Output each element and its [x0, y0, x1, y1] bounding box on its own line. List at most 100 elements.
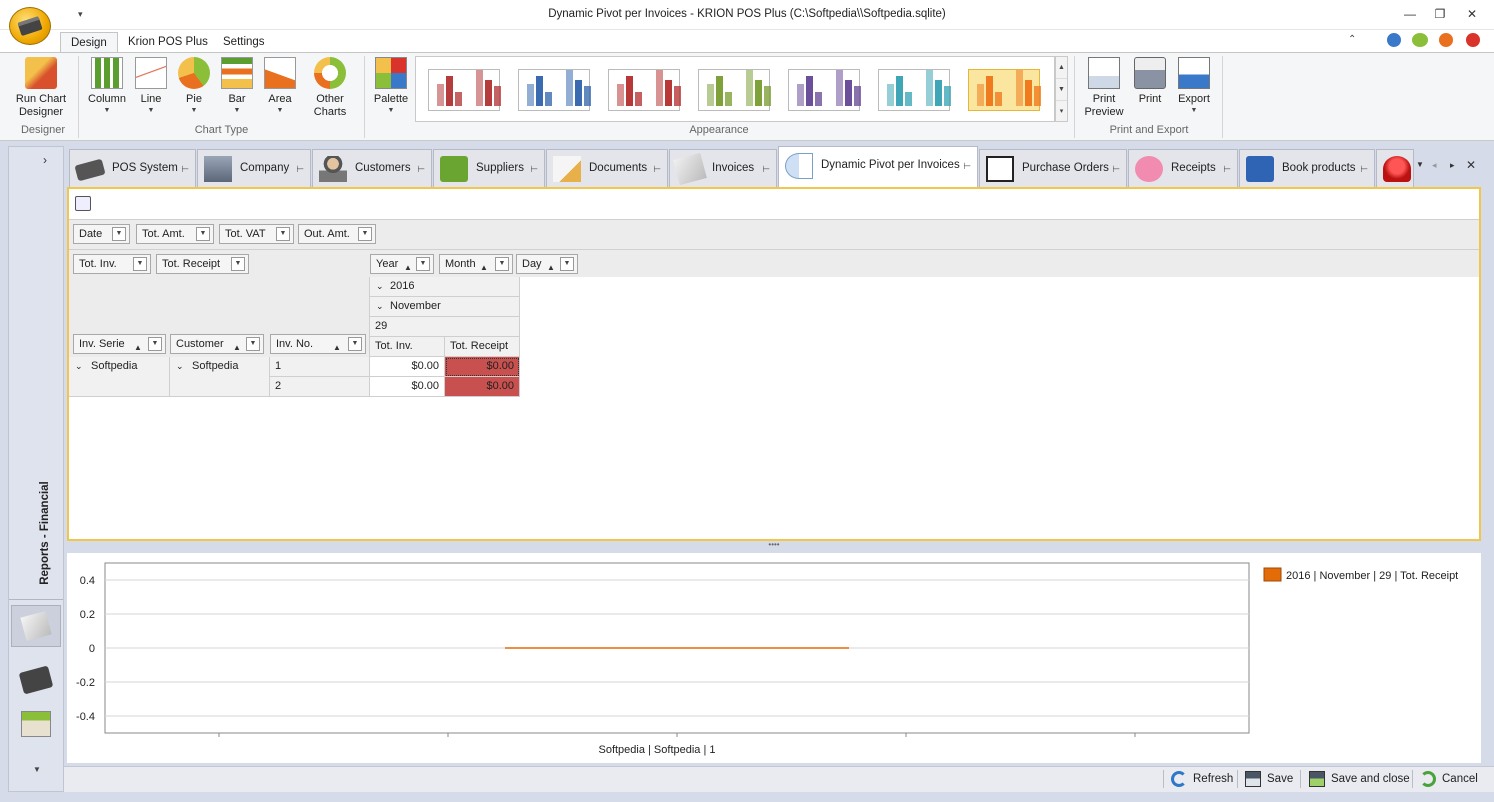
pie-chart-button[interactable]: Pie ▼ — [174, 57, 214, 123]
filter-field-tot-amt[interactable]: Tot. Amt. ▼ — [136, 224, 214, 244]
data-field-tot-receipt[interactable]: Tot. Receipt ▼ — [156, 254, 249, 274]
palette-thumbnail[interactable] — [968, 69, 1041, 111]
bar-chart-button[interactable]: Bar ▼ — [217, 57, 257, 123]
measure-header-tot-receipt[interactable]: Tot. Receipt — [445, 337, 520, 357]
pin-icon[interactable]: ⊢ — [296, 151, 304, 187]
user-icon[interactable] — [1387, 33, 1401, 47]
minimize-icon[interactable]: — — [1400, 7, 1420, 23]
palette-thumbnail[interactable] — [428, 69, 501, 111]
column-header-month[interactable]: ⌄ November — [369, 297, 520, 317]
field-dropdown-icon[interactable]: ▼ — [112, 227, 126, 241]
row-field-customer[interactable]: Customer ▲ ▼ — [170, 334, 264, 354]
area-chart-button[interactable]: Area ▼ — [260, 57, 300, 123]
field-dropdown-icon[interactable]: ▼ — [196, 227, 210, 241]
nav-item-invoices[interactable] — [11, 605, 61, 647]
tab-list-icon[interactable]: ▼ — [1416, 160, 1424, 169]
tab-scroll-right-icon[interactable]: ▸ — [1450, 160, 1455, 171]
collapse-icon[interactable]: ⌄ — [75, 357, 83, 375]
print-button[interactable]: Print — [1130, 57, 1170, 123]
pin-icon[interactable]: ⊢ — [417, 151, 425, 187]
field-dropdown-icon[interactable]: ▼ — [246, 337, 260, 351]
doc-tab-pos-system[interactable]: POS System ⊢ — [69, 149, 196, 187]
field-dropdown-icon[interactable]: ▼ — [133, 257, 147, 271]
field-dropdown-icon[interactable]: ▼ — [560, 257, 574, 271]
field-dropdown-icon[interactable]: ▼ — [348, 337, 362, 351]
doc-tab-company[interactable]: Company ⊢ — [197, 149, 311, 187]
palette-button[interactable]: Palette ▼ — [370, 57, 412, 123]
restore-icon[interactable]: ❐ — [1430, 7, 1450, 23]
row-header-customer[interactable]: ⌄ Softpedia — [170, 357, 270, 397]
palette-thumbnail[interactable] — [518, 69, 591, 111]
doc-tab-dynamic-pivot[interactable]: Dynamic Pivot per Invoices ⊢ — [778, 146, 978, 187]
column-field-day[interactable]: Day ▲ ▼ — [516, 254, 578, 274]
store-icon[interactable] — [21, 711, 51, 737]
app-menu-button[interactable] — [9, 7, 51, 45]
other-charts-button[interactable]: Other Charts — [304, 57, 356, 123]
printer-icon[interactable] — [75, 196, 91, 211]
cell-tot-receipt[interactable]: $0.00 — [445, 357, 520, 377]
line-chart-button[interactable]: Line ▼ — [131, 57, 171, 123]
appearance-gallery[interactable] — [415, 56, 1055, 122]
column-chart-button[interactable]: Column ▼ — [86, 57, 128, 123]
field-dropdown-icon[interactable]: ▼ — [358, 227, 372, 241]
column-field-month[interactable]: Month ▲ ▼ — [439, 254, 513, 274]
collapse-icon[interactable]: ⌄ — [376, 277, 384, 295]
row-field-inv-serie[interactable]: Inv. Serie ▲ ▼ — [73, 334, 166, 354]
doc-tab-invoices[interactable]: Invoices ⊢ — [669, 149, 777, 187]
pin-icon[interactable]: ⊢ — [653, 151, 661, 187]
row-field-inv-no[interactable]: Inv. No. ▲ ▼ — [270, 334, 366, 354]
print-preview-button[interactable]: Print Preview — [1082, 57, 1126, 123]
doc-tab-suppliers[interactable]: Suppliers ⊢ — [433, 149, 545, 187]
doc-tab-receipts[interactable]: Receipts ⊢ — [1128, 149, 1238, 187]
save-button[interactable]: Save — [1245, 770, 1293, 788]
field-dropdown-icon[interactable]: ▼ — [148, 337, 162, 351]
power-icon[interactable] — [1439, 33, 1453, 47]
row-header-serie[interactable]: ⌄ Softpedia — [69, 357, 170, 397]
run-chart-designer-button[interactable]: Run Chart Designer — [12, 57, 70, 123]
save-and-close-button[interactable]: Save and close — [1309, 770, 1410, 788]
field-dropdown-icon[interactable]: ▼ — [416, 257, 430, 271]
ribbon-tab-krion[interactable]: Krion POS Plus — [118, 32, 218, 53]
nav-more-icon[interactable]: ▼ — [33, 765, 41, 774]
ribbon-tab-design[interactable]: Design — [60, 32, 118, 53]
collapse-icon[interactable]: ⌄ — [376, 297, 384, 315]
filter-field-date[interactable]: Date ▼ — [73, 224, 130, 244]
refresh-button[interactable]: Refresh — [1171, 770, 1233, 788]
doc-tab-documents[interactable]: Documents ⊢ — [546, 149, 668, 187]
gallery-more-icon[interactable]: ▾ — [1056, 101, 1067, 123]
pin-icon[interactable]: ⊢ — [1223, 151, 1231, 187]
gallery-scroll[interactable]: ▲ ▼ ▾ — [1055, 56, 1068, 122]
pos-system-icon[interactable] — [18, 665, 54, 695]
users-icon[interactable] — [1412, 33, 1428, 47]
cancel-button[interactable]: Cancel — [1420, 770, 1478, 788]
column-field-year[interactable]: Year ▲ ▼ — [370, 254, 434, 274]
expand-pane-icon[interactable]: › — [43, 153, 47, 167]
row-header-inv-no[interactable]: 1 — [270, 357, 370, 377]
doc-tab-book-products[interactable]: Book products ⊢ — [1239, 149, 1375, 187]
filter-field-out-amt[interactable]: Out. Amt. ▼ — [298, 224, 376, 244]
cell-tot-receipt[interactable]: $0.00 — [445, 377, 520, 397]
field-dropdown-icon[interactable]: ▼ — [276, 227, 290, 241]
palette-thumbnail[interactable] — [608, 69, 681, 111]
field-dropdown-icon[interactable]: ▼ — [231, 257, 245, 271]
measure-header-tot-inv[interactable]: Tot. Inv. — [369, 337, 445, 357]
pin-icon[interactable]: ⊢ — [1112, 151, 1120, 187]
pin-icon[interactable]: ⊢ — [181, 151, 189, 187]
nav-group-label[interactable]: Reports - Financial — [39, 443, 51, 623]
tab-scroll-left-icon[interactable]: ◂ — [1432, 160, 1437, 171]
filter-field-tot-vat[interactable]: Tot. VAT ▼ — [219, 224, 294, 244]
gallery-down-icon[interactable]: ▼ — [1056, 79, 1067, 101]
data-field-tot-inv[interactable]: Tot. Inv. ▼ — [73, 254, 151, 274]
collapse-icon[interactable]: ⌄ — [176, 357, 184, 375]
doc-tab-alarm[interactable] — [1376, 149, 1414, 187]
exit-icon[interactable] — [1466, 33, 1480, 47]
doc-tab-purchase-orders[interactable]: Purchase Orders ⊢ — [979, 149, 1127, 187]
pin-icon[interactable]: ⊢ — [762, 151, 770, 187]
cell-tot-inv[interactable]: $0.00 — [370, 377, 445, 397]
palette-thumbnail[interactable] — [878, 69, 951, 111]
close-icon[interactable]: ✕ — [1462, 7, 1482, 23]
ribbon-tab-settings[interactable]: Settings — [213, 32, 275, 53]
splitter-handle[interactable]: •••• — [67, 541, 1481, 553]
doc-tab-customers[interactable]: Customers ⊢ — [312, 149, 432, 187]
collapse-ribbon-icon[interactable]: ⌃ — [1348, 34, 1356, 45]
